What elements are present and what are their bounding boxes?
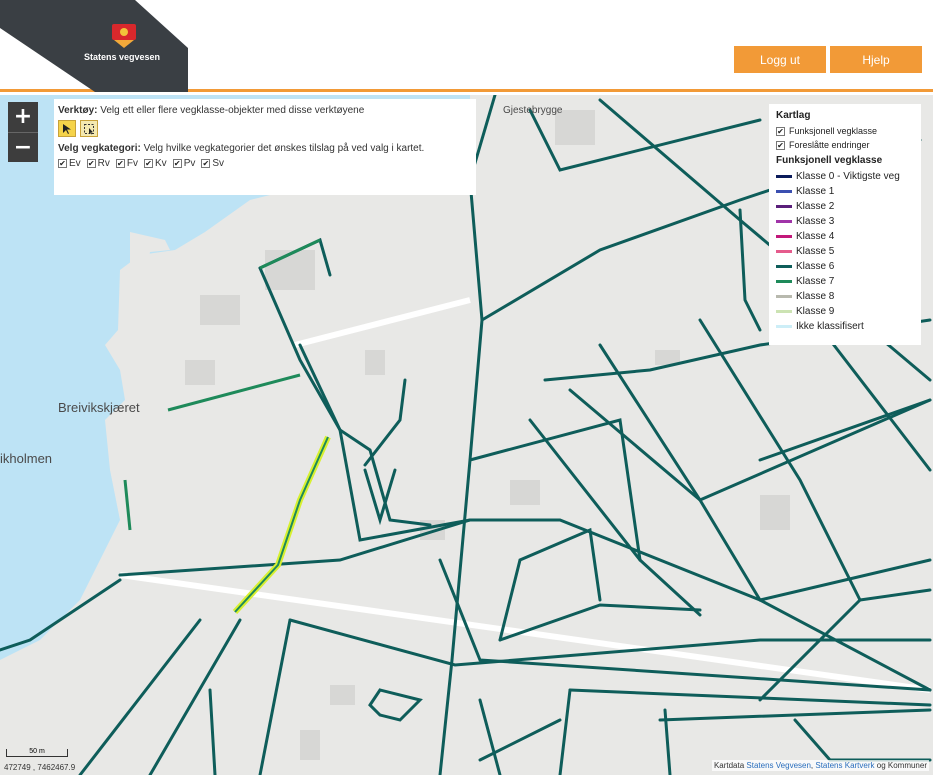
zoom-out-button[interactable]: −	[8, 132, 38, 162]
category-sv-checkbox[interactable]: ✔	[201, 159, 211, 168]
legend-class-label: Klasse 0 - Viktigste veg	[796, 171, 900, 182]
place-label-breivikskjaeret: Breivikskjæret	[58, 400, 140, 415]
category-fv-label: Fv	[126, 158, 139, 169]
legend-swatch	[776, 280, 792, 283]
legend-swatch	[776, 235, 792, 238]
category-kv-checkbox[interactable]: ✔	[144, 159, 154, 168]
category-fv[interactable]: ✔ Fv	[115, 158, 139, 169]
legend-swatch	[776, 310, 792, 313]
legend-class-row: Klasse 7	[776, 274, 914, 289]
logo-background	[0, 0, 188, 92]
legend-swatch	[776, 205, 792, 208]
category-ev-checkbox[interactable]: ✔	[58, 159, 67, 168]
layer-toggle-vegklasse[interactable]: ✔ Funksjonell vegklasse	[776, 124, 914, 138]
legend-class-row: Klasse 3	[776, 214, 914, 229]
category-pv-label: Pv	[183, 158, 196, 169]
crest-icon	[112, 24, 136, 48]
map-attribution: Kartdata Statens Vegvesen, Statens Kartv…	[711, 760, 929, 771]
category-sv-label: Sv	[212, 158, 225, 169]
select-pointer-icon[interactable]	[58, 120, 76, 137]
category-rv[interactable]: ✔ Rv	[86, 158, 110, 169]
zoom-in-button[interactable]: +	[8, 102, 38, 132]
legend-class-label: Klasse 7	[796, 276, 835, 287]
legend-class-row: Klasse 9	[776, 304, 914, 319]
zoom-control: + −	[8, 102, 38, 162]
legend-swatch	[776, 295, 792, 298]
legend-swatch	[776, 265, 792, 268]
category-kv-label: Kv	[155, 158, 167, 169]
category-pv[interactable]: ✔ Pv	[172, 158, 196, 169]
legend-class-row: Klasse 5	[776, 244, 914, 259]
legend-class-row: Klasse 1	[776, 184, 914, 199]
legend-swatch	[776, 175, 792, 178]
tools-description: Velg ett eller flere vegklasse-objekter …	[100, 105, 365, 116]
legend-class-row: Ikke klassifisert	[776, 319, 914, 334]
place-label-gjestebrygge: Gjestebrygge	[503, 105, 563, 116]
legend-class-label: Klasse 8	[796, 291, 835, 302]
tools-row: Verktøy: Velg ett eller flere vegklasse-…	[58, 105, 472, 116]
legend-class-row: Klasse 8	[776, 289, 914, 304]
attribution-link-kartverk[interactable]: Statens Kartverk	[815, 761, 874, 770]
place-label-ikholmen: ikholmen	[0, 451, 53, 466]
category-kv[interactable]: ✔ Kv	[144, 158, 167, 169]
legend-class-row: Klasse 6	[776, 259, 914, 274]
category-pv-checkbox[interactable]: ✔	[172, 159, 182, 168]
category-fv-checkbox[interactable]: ✔	[115, 159, 125, 168]
legend-class-row: Klasse 0 - Viktigste veg	[776, 169, 914, 184]
box-select-icon[interactable]	[80, 120, 98, 137]
class-title: Funksjonell vegklasse	[776, 155, 883, 166]
category-ev[interactable]: ✔ Ev	[58, 158, 81, 169]
category-title: Velg vegkategori:	[58, 143, 141, 154]
legend-swatch	[776, 220, 792, 223]
layer-toggle-endringer[interactable]: ✔ Foreslåtte endringer	[776, 138, 914, 152]
category-description: Velg hvilke vegkategorier det ønskes til…	[143, 143, 425, 154]
category-rv-checkbox[interactable]: ✔	[86, 159, 96, 168]
legend-class-label: Ikke klassifisert	[796, 321, 864, 332]
scale-bar: 50 m	[6, 748, 68, 757]
category-ev-label: Ev	[69, 158, 81, 169]
category-rv-label: Rv	[97, 158, 110, 169]
layer-vegklasse-label: Funksjonell vegklasse	[789, 126, 878, 136]
tool-icons	[58, 120, 472, 137]
layer-vegklasse-checkbox[interactable]: ✔	[776, 126, 785, 136]
selected-road-highlight	[232, 435, 331, 615]
logout-button[interactable]: Logg ut	[734, 46, 826, 73]
legend-class-label: Klasse 2	[796, 201, 835, 212]
legend-class-label: Klasse 6	[796, 261, 835, 272]
legend-class-label: Klasse 4	[796, 231, 835, 242]
attribution-prefix: Kartdata	[713, 761, 745, 770]
legend-swatch	[776, 250, 792, 253]
category-row-text: Velg vegkategori: Velg hvilke vegkategor…	[58, 143, 472, 154]
attribution-suffix: og Kommuner	[876, 761, 927, 770]
class-list: Klasse 0 - Viktigste veg Klasse 1 Klasse 2…	[776, 169, 914, 334]
legend-class-label: Klasse 3	[796, 216, 835, 227]
help-button[interactable]: Hjelp	[830, 46, 922, 73]
layer-endringer-checkbox[interactable]: ✔	[776, 140, 785, 150]
category-checkboxes: ✔ Ev ✔ Rv ✔ Fv ✔ Kv ✔ Pv ✔ Sv	[58, 158, 472, 169]
tools-title: Verktøy:	[58, 105, 98, 116]
legend-swatch	[776, 190, 792, 193]
legend-panel: Kartlag ✔ Funksjonell vegklasse ✔ Foreslåt…	[769, 104, 921, 345]
legend-class-label: Klasse 1	[796, 186, 835, 197]
tools-panel: Verktøy: Velg ett eller flere vegklasse-…	[54, 99, 476, 195]
app-header: Statens vegvesen Logg ut Hjelp	[0, 0, 933, 92]
attribution-link-vegvesen[interactable]: Statens Vegvesen	[746, 761, 811, 770]
coordinate-readout: 472749 , 7462467.9	[4, 763, 76, 772]
legend-swatch	[776, 325, 792, 328]
legend-class-row: Klasse 4	[776, 229, 914, 244]
legend-class-label: Klasse 9	[796, 306, 835, 317]
legend-title: Kartlag	[776, 110, 811, 121]
layer-endringer-label: Foreslåtte endringer	[789, 140, 870, 150]
legend-class-row: Klasse 2	[776, 199, 914, 214]
brand-name: Statens vegvesen	[84, 52, 161, 62]
legend-class-label: Klasse 5	[796, 246, 835, 257]
category-sv[interactable]: ✔ Sv	[201, 158, 224, 169]
